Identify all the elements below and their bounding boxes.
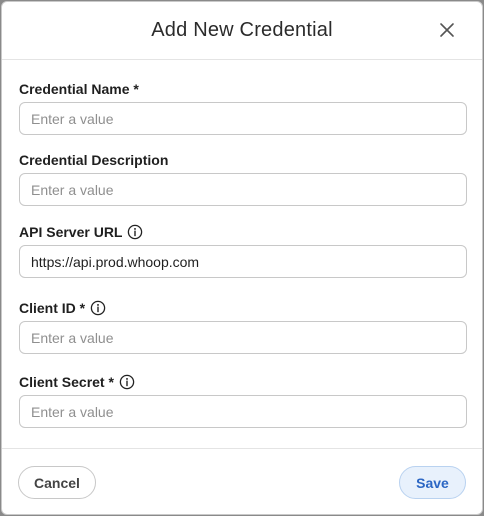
api-server-url-input[interactable] (19, 245, 467, 278)
info-icon[interactable] (127, 224, 143, 240)
client-id-label: Client ID * (19, 300, 86, 316)
add-credential-dialog: Add New Credential Credential Name * Cre… (1, 1, 483, 515)
close-icon[interactable] (438, 21, 456, 39)
credential-name-input[interactable] (19, 102, 467, 135)
client-id-field: Client ID * (19, 299, 467, 354)
dialog-title: Add New Credential (151, 19, 333, 41)
credential-name-field: Credential Name * (19, 80, 467, 135)
dialog-header: Add New Credential (2, 2, 482, 60)
client-secret-input[interactable] (19, 395, 467, 428)
client-id-input[interactable] (19, 321, 467, 354)
save-button[interactable]: Save (399, 466, 466, 499)
info-icon[interactable] (119, 374, 135, 390)
api-server-url-label: API Server URL (19, 224, 123, 240)
credential-name-label: Credential Name * (19, 81, 139, 97)
credential-description-label: Credential Description (19, 152, 169, 168)
cancel-button[interactable]: Cancel (18, 466, 96, 499)
credential-description-field: Credential Description (19, 151, 467, 206)
credential-description-input[interactable] (19, 173, 467, 206)
dialog-footer: Cancel Save (2, 448, 482, 514)
api-server-url-field: API Server URL (19, 223, 467, 278)
client-secret-field: Client Secret * (19, 373, 467, 428)
client-secret-label: Client Secret * (19, 374, 114, 390)
info-icon[interactable] (90, 300, 106, 316)
